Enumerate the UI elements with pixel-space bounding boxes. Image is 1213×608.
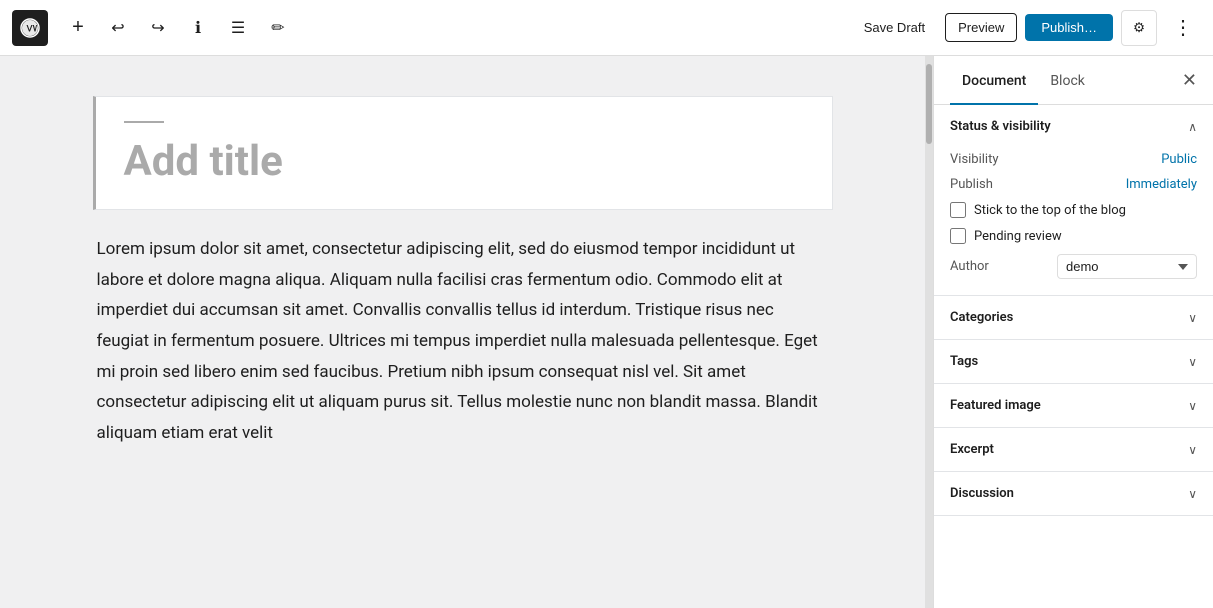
toolbar-right: Save Draft Preview Publish… ⚙ ⋮ [852,10,1201,46]
add-icon: + [72,16,84,39]
author-row: Author demo admin [950,254,1197,279]
list-icon: ☰ [231,18,245,38]
categories-chevron-down-icon: ∨ [1188,311,1197,325]
info-icon: ℹ [195,18,201,38]
pending-review-row: Pending review [950,228,1197,244]
toolbar-left: + ↩ ↪ ℹ ☰ ✏ [12,10,848,46]
categories-header[interactable]: Categories ∨ [934,296,1213,339]
publish-button[interactable]: Publish… [1025,14,1113,41]
tags-header[interactable]: Tags ∨ [934,340,1213,383]
scrollbar-thumb[interactable] [926,64,932,144]
status-visibility-body: Visibility Public Publish Immediately St… [934,148,1213,295]
save-draft-button[interactable]: Save Draft [852,14,937,41]
discussion-section: Discussion ∨ [934,472,1213,516]
tags-chevron-down-icon: ∨ [1188,355,1197,369]
stick-to-top-label[interactable]: Stick to the top of the blog [974,203,1126,218]
status-visibility-section: Status & visibility ∧ Visibility Public … [934,105,1213,296]
tools-button[interactable]: ✏ [260,10,296,46]
close-icon: ✕ [1182,70,1197,90]
featured-image-header[interactable]: Featured image ∨ [934,384,1213,427]
editor-scrollbar[interactable] [925,56,933,608]
discussion-title: Discussion [950,486,1014,501]
featured-image-chevron-down-icon: ∨ [1188,399,1197,413]
tab-document[interactable]: Document [950,57,1038,105]
add-block-button[interactable]: + [60,10,96,46]
tags-title: Tags [950,354,978,369]
sidebar: Document Block ✕ Status & visibility ∧ V… [933,56,1213,608]
discussion-header[interactable]: Discussion ∨ [934,472,1213,515]
sidebar-close-button[interactable]: ✕ [1182,71,1197,89]
publish-row: Publish Immediately [950,177,1197,192]
editor-content: Add title Lorem ipsum dolor sit amet, co… [93,96,833,568]
gear-icon: ⚙ [1133,20,1145,36]
sidebar-tabs: Document Block ✕ [934,56,1213,105]
excerpt-title: Excerpt [950,442,994,457]
excerpt-section: Excerpt ∨ [934,428,1213,472]
title-rule [124,121,164,123]
title-placeholder[interactable]: Add title [124,139,804,185]
featured-image-title: Featured image [950,398,1041,413]
featured-image-section: Featured image ∨ [934,384,1213,428]
sidebar-tabs-inner: Document Block [950,56,1097,104]
more-icon: ⋮ [1173,15,1193,40]
title-block[interactable]: Add title [93,96,833,210]
publish-label: Publish [950,177,993,192]
stick-to-top-row: Stick to the top of the blog [950,202,1197,218]
pending-review-checkbox[interactable] [950,228,966,244]
stick-to-top-checkbox[interactable] [950,202,966,218]
author-select[interactable]: demo admin [1057,254,1197,279]
settings-button[interactable]: ⚙ [1121,10,1157,46]
info-button[interactable]: ℹ [180,10,216,46]
tags-section: Tags ∨ [934,340,1213,384]
main-layout: Add title Lorem ipsum dolor sit amet, co… [0,56,1213,608]
excerpt-header[interactable]: Excerpt ∨ [934,428,1213,471]
undo-button[interactable]: ↩ [100,10,136,46]
pencil-icon: ✏ [271,18,284,38]
categories-title: Categories [950,310,1013,325]
visibility-label: Visibility [950,152,999,167]
redo-icon: ↪ [151,18,164,38]
list-view-button[interactable]: ☰ [220,10,256,46]
publish-value[interactable]: Immediately [1126,177,1197,192]
discussion-chevron-down-icon: ∨ [1188,487,1197,501]
visibility-value[interactable]: Public [1161,152,1197,167]
categories-section: Categories ∨ [934,296,1213,340]
visibility-row: Visibility Public [950,152,1197,167]
wp-logo [12,10,48,46]
sidebar-body[interactable]: Status & visibility ∧ Visibility Public … [934,105,1213,608]
tab-block[interactable]: Block [1038,57,1097,105]
status-visibility-header[interactable]: Status & visibility ∧ [934,105,1213,148]
status-visibility-title: Status & visibility [950,119,1051,134]
author-label: Author [950,259,989,274]
editor-area[interactable]: Add title Lorem ipsum dolor sit amet, co… [0,56,925,608]
body-text[interactable]: Lorem ipsum dolor sit amet, consectetur … [93,234,833,448]
undo-icon: ↩ [111,18,124,38]
status-visibility-chevron-up-icon: ∧ [1188,120,1197,134]
more-options-button[interactable]: ⋮ [1165,10,1201,46]
pending-review-label[interactable]: Pending review [974,229,1062,244]
redo-button[interactable]: ↪ [140,10,176,46]
preview-button[interactable]: Preview [945,13,1017,42]
excerpt-chevron-down-icon: ∨ [1188,443,1197,457]
toolbar: + ↩ ↪ ℹ ☰ ✏ Save Draft Preview Publish… … [0,0,1213,56]
